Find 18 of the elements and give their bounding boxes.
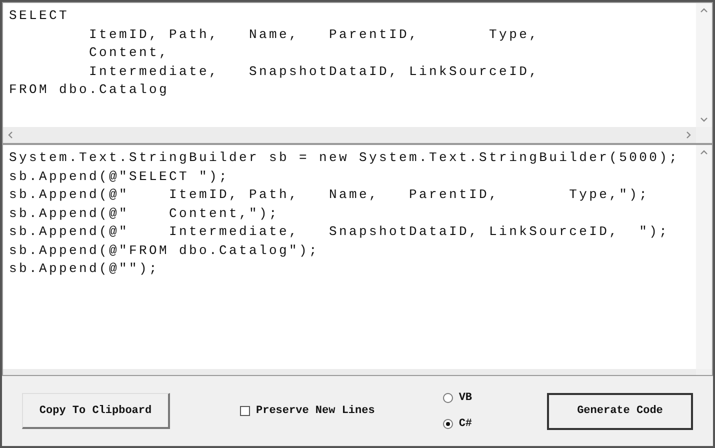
radio-label[interactable]: C#: [458, 418, 472, 430]
radio-label[interactable]: VB: [458, 392, 472, 404]
checkbox[interactable]: [240, 406, 250, 416]
scrollbar-corner: [696, 127, 712, 143]
scrollbar-corner: [696, 369, 712, 375]
generate-code-button[interactable]: Generate Code: [547, 392, 693, 430]
text-area[interactable]: SELECT ItemID, Path, Name, ParentID, Type, Content, Intermediate, SnapshotDataID, LinkSourceID, FROM dbo.Catalog: [2, 2, 713, 144]
code-text: System.Text.StringBuilder sb = new System.Text.StringBuilder(5000); sb.Append(@"SELECT "); sb.Append(@" ItemID, Path, Name, ParentID, Type,"); sb.Append(@" Content,"); sb.Append(@" Intermediate, SnapshotDataID, LinkSourceID, "); sb.Append(@"FROM dbo.Catalog"); sb.Append(@"");: [8, 149, 680, 278]
text-area[interactable]: [2, 144, 713, 376]
vertical-scrollbar[interactable]: [696, 3, 712, 127]
radio-button[interactable]: [442, 393, 453, 403]
checkbox-label[interactable]: Preserve New Lines: [256, 405, 375, 417]
code-text: SELECT ItemID, Path, Name, ParentID, Type, Content, Intermediate, SnapshotDataID, LinkSourceID, FROM dbo.Catalog: [8, 7, 540, 99]
copy-to-clipboard-button[interactable]: Copy To Clipboard: [22, 393, 170, 429]
radio-button[interactable]: [442, 419, 453, 429]
horizontal-scrollbar[interactable]: [3, 369, 696, 375]
horizontal-scrollbar[interactable]: [3, 127, 696, 143]
vertical-scrollbar[interactable]: [696, 145, 712, 369]
